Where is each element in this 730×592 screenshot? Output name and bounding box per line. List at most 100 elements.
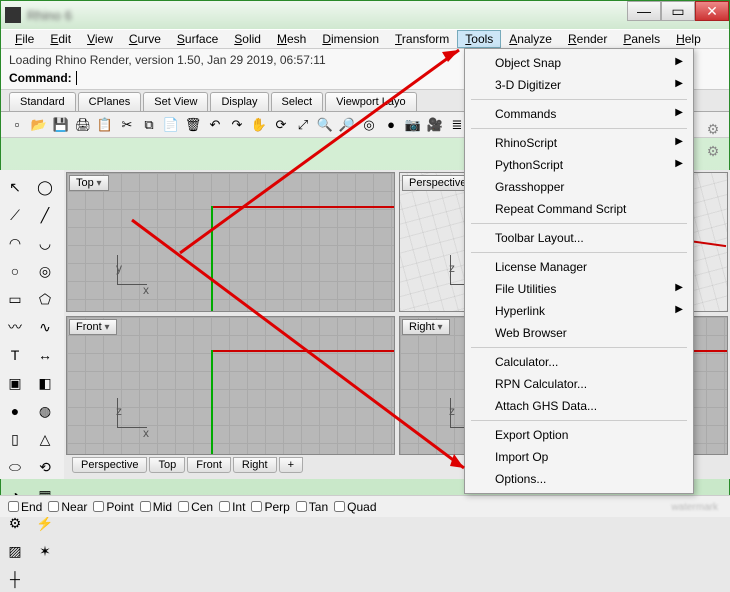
menu-mesh[interactable]: Mesh <box>269 30 314 48</box>
osnap-int[interactable]: Int <box>217 500 247 514</box>
panel-gear-icon[interactable]: ⚙ <box>704 142 722 160</box>
tab-set-view[interactable]: Set View <box>143 92 208 111</box>
torus-tool-icon[interactable]: ◍ <box>32 398 58 424</box>
solid2-tool-icon[interactable]: ◧ <box>32 370 58 396</box>
osnap-perp[interactable]: Perp <box>249 500 291 514</box>
viewport-front[interactable]: Front zx <box>66 316 395 456</box>
osnap-near-checkbox[interactable] <box>48 501 59 512</box>
menu-item-rhinoscript[interactable]: RhinoScript▶ <box>467 132 691 154</box>
menu-item-export-option[interactable]: Export Option <box>467 424 691 446</box>
menu-item-license-manager[interactable]: License Manager <box>467 256 691 278</box>
cam2-icon[interactable]: 🎥 <box>425 115 445 135</box>
cam1-icon[interactable]: 📷 <box>403 115 423 135</box>
viewtab-add[interactable]: + <box>279 457 303 473</box>
rotate-icon[interactable]: ⟳ <box>271 115 291 135</box>
menu-curve[interactable]: Curve <box>121 30 169 48</box>
osnap-int-checkbox[interactable] <box>219 501 230 512</box>
panel-gear-icon[interactable]: ⚙ <box>704 120 722 138</box>
close-button[interactable]: ✕ <box>695 1 729 21</box>
hatch-tool-icon[interactable]: ▨ <box>2 538 28 564</box>
arc-tool-icon[interactable]: ◠ <box>2 230 28 256</box>
text-tool-icon[interactable]: T <box>2 342 28 368</box>
osnap-point[interactable]: Point <box>91 500 135 514</box>
menu-item-import-op[interactable]: Import Op <box>467 446 691 468</box>
osnap-tan[interactable]: Tan <box>294 500 330 514</box>
minimize-button[interactable]: — <box>627 1 661 21</box>
menu-item-pythonscript[interactable]: PythonScript▶ <box>467 154 691 176</box>
menu-tools[interactable]: Tools <box>457 30 501 48</box>
save-icon[interactable]: 💾 <box>51 115 71 135</box>
menu-solid[interactable]: Solid <box>226 30 269 48</box>
menu-item-grasshopper[interactable]: Grasshopper <box>467 176 691 198</box>
menu-analyze[interactable]: Analyze <box>501 30 560 48</box>
viewtab-front[interactable]: Front <box>187 457 231 473</box>
explode-tool-icon[interactable]: ✶ <box>32 538 58 564</box>
viewtab-perspective[interactable]: Perspective <box>72 457 147 473</box>
osnap-cen-checkbox[interactable] <box>178 501 189 512</box>
scissors-icon[interactable]: ✂ <box>117 115 137 135</box>
osnap-quad-checkbox[interactable] <box>334 501 345 512</box>
menu-item-calculator[interactable]: Calculator... <box>467 351 691 373</box>
target-icon[interactable]: ◎ <box>359 115 379 135</box>
tab-viewport-layo[interactable]: Viewport Layo <box>325 92 417 111</box>
viewport-label[interactable]: Top <box>69 175 109 191</box>
osnap-mid-checkbox[interactable] <box>140 501 151 512</box>
menu-file[interactable]: File <box>7 30 42 48</box>
menu-item-web-browser[interactable]: Web Browser <box>467 322 691 344</box>
redo-icon[interactable]: ↷ <box>227 115 247 135</box>
tab-standard[interactable]: Standard <box>9 92 76 111</box>
hand-icon[interactable]: ✋ <box>249 115 269 135</box>
arc2-tool-icon[interactable]: ◡ <box>32 230 58 256</box>
viewport-label[interactable]: Front <box>69 319 117 335</box>
menu-panels[interactable]: Panels <box>615 30 668 48</box>
line-tool-icon[interactable]: ╱ <box>32 202 58 228</box>
osnap-mid[interactable]: Mid <box>138 500 174 514</box>
osnap-perp-checkbox[interactable] <box>251 501 262 512</box>
osnap-end-checkbox[interactable] <box>8 501 19 512</box>
osnap-near[interactable]: Near <box>46 500 89 514</box>
circle-tool-icon[interactable]: ○ <box>2 258 28 284</box>
menu-item-rpn-calculator[interactable]: RPN Calculator... <box>467 373 691 395</box>
polyline-tool-icon[interactable]: ⟋ <box>2 202 28 228</box>
menu-item-repeat-command-script[interactable]: Repeat Command Script <box>467 198 691 220</box>
solid1-tool-icon[interactable]: ▣ <box>2 370 28 396</box>
undo-icon[interactable]: ↶ <box>205 115 225 135</box>
print-icon[interactable]: 🖨 <box>73 115 93 135</box>
viewtab-right[interactable]: Right <box>233 457 277 473</box>
pipe-tool-icon[interactable]: ⬭ <box>2 454 28 480</box>
menu-help[interactable]: Help <box>668 30 709 48</box>
zoom-ext-icon[interactable]: ⤢ <box>293 115 313 135</box>
menu-item-toolbar-layout[interactable]: Toolbar Layout... <box>467 227 691 249</box>
menu-transform[interactable]: Transform <box>387 30 457 48</box>
polygon-tool-icon[interactable]: ⬠ <box>32 286 58 312</box>
osnap-tan-checkbox[interactable] <box>296 501 307 512</box>
circle2-tool-icon[interactable]: ◎ <box>32 258 58 284</box>
menu-render[interactable]: Render <box>560 30 615 48</box>
zoom-win-icon[interactable]: 🔍 <box>315 115 335 135</box>
curve2-tool-icon[interactable]: ∿ <box>32 314 58 340</box>
menu-dimension[interactable]: Dimension <box>314 30 387 48</box>
osnap-point-checkbox[interactable] <box>93 501 104 512</box>
menu-item-commands[interactable]: Commands▶ <box>467 103 691 125</box>
maximize-button[interactable]: ▭ <box>661 1 695 21</box>
viewport-top[interactable]: Top yx <box>66 172 395 312</box>
open-icon[interactable]: 📂 <box>29 115 49 135</box>
menu-item-3-d-digitizer[interactable]: 3-D Digitizer▶ <box>467 74 691 96</box>
osnap-quad[interactable]: Quad <box>332 500 378 514</box>
menu-surface[interactable]: Surface <box>169 30 226 48</box>
command-input[interactable] <box>76 71 77 85</box>
zoom-icon[interactable]: 🔎 <box>337 115 357 135</box>
lasso-tool-icon[interactable]: ◯ <box>32 174 58 200</box>
menu-edit[interactable]: Edit <box>42 30 79 48</box>
new-icon[interactable]: ▫ <box>7 115 27 135</box>
menu-item-file-utilities[interactable]: File Utilities▶ <box>467 278 691 300</box>
curve-tool-icon[interactable]: 〰 <box>2 314 28 340</box>
tab-select[interactable]: Select <box>271 92 324 111</box>
menu-item-hyperlink[interactable]: Hyperlink▶ <box>467 300 691 322</box>
dim-tool-icon[interactable]: ↔ <box>32 342 58 368</box>
clip-icon[interactable]: 📋 <box>95 115 115 135</box>
menu-item-options[interactable]: Options... <box>467 468 691 490</box>
cone-tool-icon[interactable]: △ <box>32 426 58 452</box>
revolve-tool-icon[interactable]: ⟲ <box>32 454 58 480</box>
cyl-tool-icon[interactable]: ▯ <box>2 426 28 452</box>
